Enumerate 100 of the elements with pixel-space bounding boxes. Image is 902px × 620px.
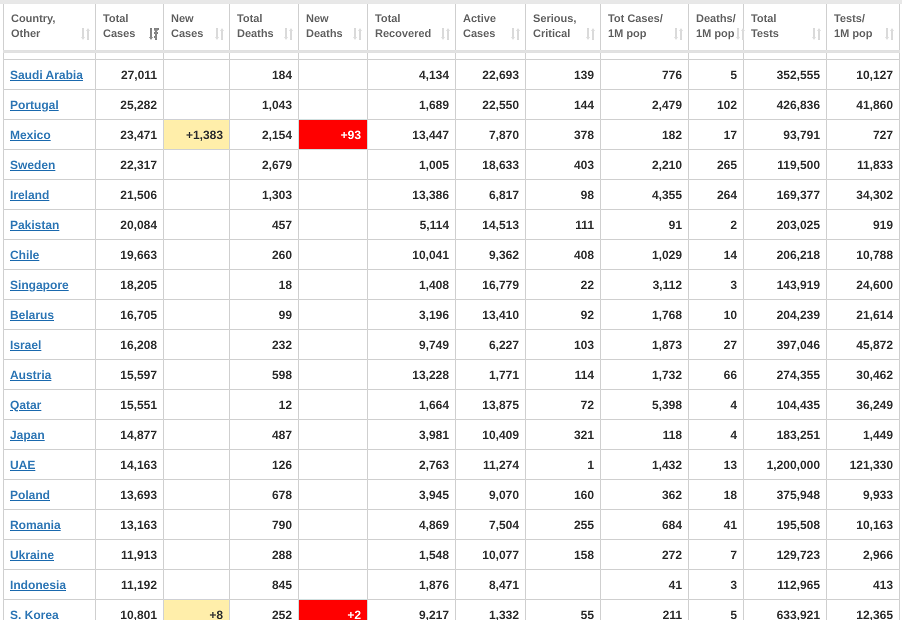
table-cell: 9,070	[488, 488, 519, 502]
sort-icon	[284, 28, 294, 40]
table-cell: 16,208	[120, 338, 157, 352]
table-cell: 19,663	[120, 248, 157, 262]
country-link[interactable]: Qatar	[10, 398, 42, 412]
table-cell: 184	[272, 68, 292, 82]
table-cell: 1,732	[652, 368, 682, 382]
table-cell: 91	[668, 218, 682, 232]
table-cell: 13,447	[412, 128, 449, 142]
table-cell: 211	[662, 608, 682, 620]
table-cell: 103	[574, 338, 594, 352]
table-cell: 139	[574, 68, 594, 82]
table-cell: 10,801	[120, 608, 157, 620]
table-cell: 265	[716, 158, 737, 172]
table-cell: 6,817	[488, 188, 519, 202]
table-cell: 9,362	[488, 248, 519, 262]
table-cell: +93	[340, 128, 361, 142]
table-cell: 919	[872, 218, 893, 232]
table-cell: 158	[574, 548, 594, 562]
table-cell: 10	[724, 308, 737, 322]
table-cell: 2	[730, 218, 737, 232]
table-cell: 98	[580, 188, 594, 202]
table-cell: 11,833	[856, 158, 893, 172]
table-cell: 102	[716, 98, 737, 112]
table-cell: 10,409	[482, 428, 519, 442]
table-cell: +8	[209, 608, 223, 620]
table-cell: 5,398	[652, 398, 682, 412]
table-cell: 21,614	[856, 308, 893, 322]
table-cell: 10,127	[856, 68, 893, 82]
table-cell: 23,471	[120, 128, 157, 142]
table-cell: 14,877	[120, 428, 157, 442]
table-cell: 408	[574, 248, 594, 262]
table-cell: 22,693	[482, 68, 519, 82]
table-cell: +1,383	[186, 128, 223, 142]
table-cell: 790	[272, 518, 292, 532]
table-cell: 1,689	[418, 98, 449, 112]
table-cell: 10,041	[412, 248, 449, 262]
table-cell: 2,210	[652, 158, 682, 172]
sort-icon	[149, 28, 159, 40]
table-cell: 111	[575, 218, 594, 232]
table-cell: 426,836	[776, 98, 820, 112]
table-cell: 11,913	[120, 548, 157, 562]
table-cell: 22	[580, 278, 594, 292]
table-cell: 13	[724, 458, 737, 472]
table-cell: 41	[724, 518, 737, 532]
table-cell: 1,771	[488, 368, 519, 382]
table-cell: 129,723	[776, 548, 820, 562]
country-link[interactable]: UAE	[10, 458, 36, 472]
table-cell: 3,196	[418, 308, 449, 322]
table-cell: 12	[278, 398, 292, 412]
table-cell: 9,749	[418, 338, 449, 352]
table-cell: 1,664	[418, 398, 449, 412]
country-link[interactable]: Japan	[10, 428, 45, 442]
table-cell: 18,633	[482, 158, 519, 172]
column-header[interactable]: Country, Other	[4, 4, 96, 52]
table-cell: 41,860	[856, 98, 893, 112]
table-cell: 4,355	[652, 188, 682, 202]
table-cell: 21,506	[120, 188, 157, 202]
table-cell: 362	[662, 488, 682, 502]
table-cell: 3,945	[418, 488, 449, 502]
country-link[interactable]: Chile	[10, 248, 40, 262]
sort-icon	[215, 28, 225, 40]
table-cell: 18	[724, 488, 737, 502]
table-cell: 160	[574, 488, 594, 502]
table-cell: 2,763	[418, 458, 449, 472]
table-cell: 1,548	[418, 548, 449, 562]
table-cell: 27,011	[120, 68, 157, 82]
table-cell: 16,705	[120, 308, 157, 322]
table-cell: 203,025	[776, 218, 820, 232]
table-cell: 13,410	[482, 308, 519, 322]
table-cell: 92	[580, 308, 594, 322]
table-cell: 16,779	[482, 278, 519, 292]
table-cell: 118	[662, 428, 682, 442]
table-cell: 4	[730, 428, 737, 442]
table-cell: 144	[574, 98, 594, 112]
country-link[interactable]: Israel	[10, 338, 42, 352]
table-cell: 9,217	[418, 608, 449, 620]
table-cell: 1,303	[262, 188, 292, 202]
table-cell: 1,332	[488, 608, 519, 620]
table-cell: 55	[580, 608, 594, 620]
table-cell: 378	[574, 128, 594, 142]
table-cell: 1,408	[418, 278, 449, 292]
table-cell: 678	[272, 488, 292, 502]
table-cell: 10,077	[482, 548, 519, 562]
table-cell: 22,550	[482, 98, 519, 112]
table-cell: 3,981	[418, 428, 449, 442]
table-cell: 321	[574, 428, 594, 442]
table-cell: 7,504	[488, 518, 519, 532]
table-cell: 126	[272, 458, 292, 472]
table-cell: 3	[730, 578, 737, 592]
table-cell: 182	[662, 128, 682, 142]
sort-icon	[812, 28, 822, 40]
table-cell: 121,330	[850, 458, 893, 472]
table-cell: 375,948	[776, 488, 820, 502]
table-cell: 260	[272, 248, 292, 262]
table-cell: 13,386	[412, 188, 449, 202]
sort-icon	[81, 28, 91, 40]
table-cell: 27	[724, 338, 737, 352]
sort-icon	[586, 28, 596, 40]
table-cell: 776	[662, 68, 682, 82]
